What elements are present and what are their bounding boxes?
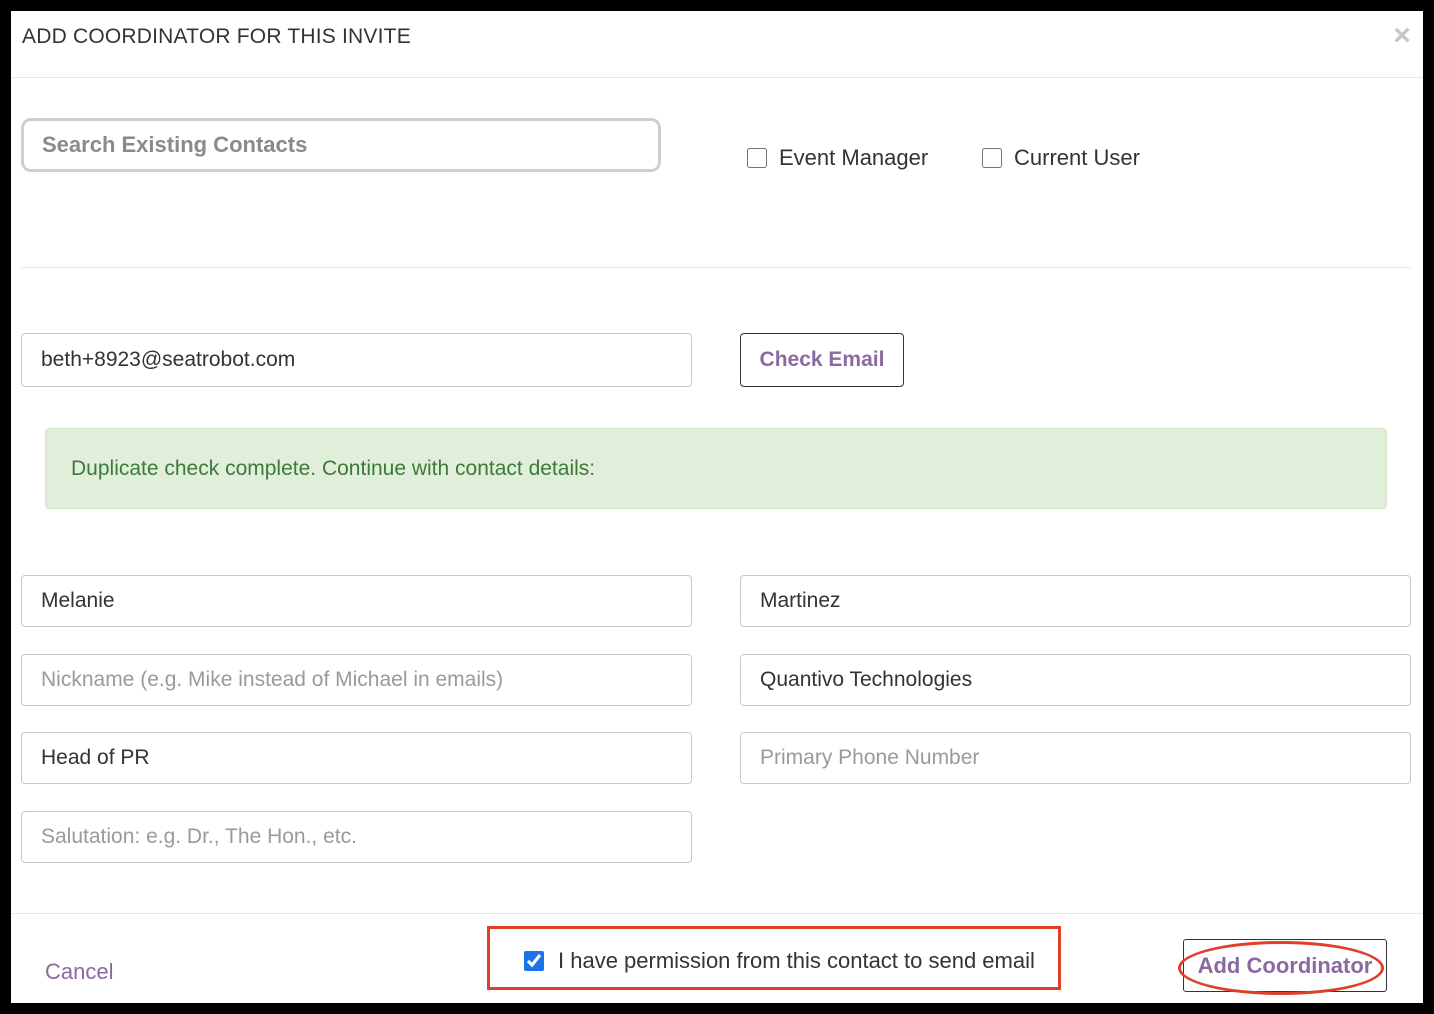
permission-highlight-box: I have permission from this contact to s… (487, 926, 1061, 990)
current-user-label: Current User (1014, 145, 1140, 170)
add-coordinator-dialog: ADD COORDINATOR FOR THIS INVITE × Event … (11, 11, 1423, 1003)
email-permission-checkbox[interactable] (524, 951, 544, 971)
job-title-field[interactable] (21, 732, 692, 784)
current-user-checkbox[interactable] (982, 148, 1002, 168)
search-contacts-input[interactable] (21, 118, 661, 172)
section-divider (21, 267, 1411, 268)
cancel-link[interactable]: Cancel (45, 959, 113, 985)
email-permission-label: I have permission from this contact to s… (558, 948, 1035, 973)
add-coordinator-button[interactable]: Add Coordinator (1183, 939, 1387, 992)
nickname-field[interactable] (21, 654, 692, 706)
current-user-filter[interactable]: Current User (982, 143, 1140, 173)
email-field[interactable] (21, 333, 692, 387)
event-manager-filter[interactable]: Event Manager (747, 143, 928, 173)
phone-field[interactable] (740, 732, 1411, 784)
first-name-field[interactable] (21, 575, 692, 627)
last-name-field[interactable] (740, 575, 1411, 627)
close-icon[interactable]: × (1389, 21, 1415, 51)
email-permission-option[interactable]: I have permission from this contact to s… (524, 948, 1035, 974)
salutation-field[interactable] (21, 811, 692, 863)
dialog-header: ADD COORDINATOR FOR THIS INVITE × (11, 11, 1423, 78)
event-manager-label: Event Manager (779, 145, 929, 170)
event-manager-checkbox[interactable] (747, 148, 767, 168)
dialog-footer: Cancel I have permission from this conta… (11, 913, 1423, 1003)
duplicate-check-alert: Duplicate check complete. Continue with … (45, 428, 1387, 509)
check-email-button[interactable]: Check Email (740, 333, 904, 387)
dialog-title: ADD COORDINATOR FOR THIS INVITE (22, 25, 411, 48)
alert-message: Duplicate check complete. Continue with … (71, 456, 596, 480)
company-field[interactable] (740, 654, 1411, 706)
